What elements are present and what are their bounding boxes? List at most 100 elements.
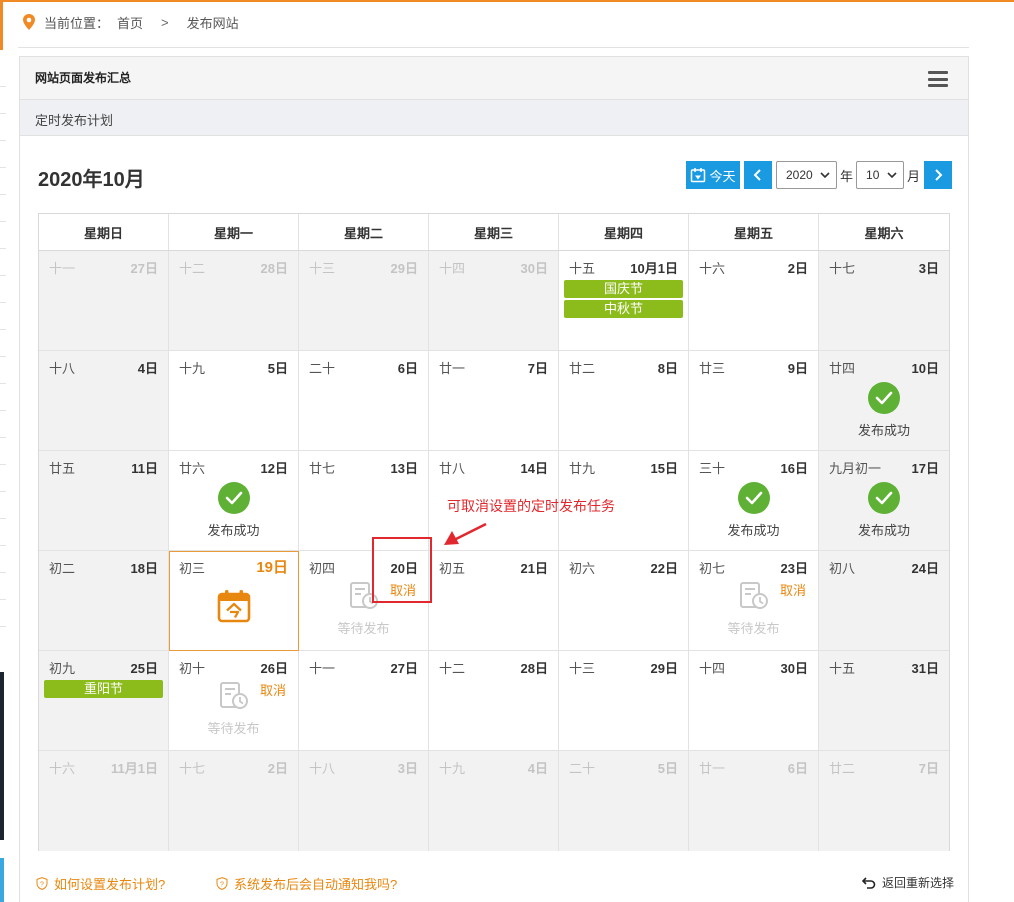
calendar-day-cell[interactable]: 初五 21日: [429, 551, 559, 651]
sidebar-edge-blue: [0, 858, 4, 902]
calendar-icon: [691, 168, 706, 183]
calendar-day-cell[interactable]: 初九 25日 重阳节: [39, 651, 169, 751]
calendar-day-cell[interactable]: 十五 31日: [819, 651, 949, 751]
next-month-button[interactable]: [924, 161, 953, 189]
back-reselect-link[interactable]: 返回重新选择: [861, 874, 954, 891]
solar-date: 10日: [911, 361, 939, 376]
lunar-date: 初七: [699, 561, 726, 576]
calendar-day-cell[interactable]: 十八 4日: [39, 351, 169, 451]
calendar-day-cell[interactable]: 初七 23日 等待发布 取消: [689, 551, 819, 651]
calendar-day-cell[interactable]: 十一 27日: [299, 651, 429, 751]
lunar-date: 十五: [829, 661, 856, 676]
help-link-schedule[interactable]: ? 如何设置发布计划?: [36, 874, 165, 893]
lunar-date: 十三: [569, 661, 596, 676]
calendar-day-cell[interactable]: 十六 2日: [689, 251, 819, 351]
calendar-day-cell[interactable]: 十二 28日: [169, 251, 299, 351]
calendar-day-cell[interactable]: 二十 6日: [299, 351, 429, 451]
lunar-date: 初三: [179, 561, 206, 576]
calendar-day-cell[interactable]: 九月初一 17日 发布成功: [819, 451, 949, 551]
calendar-day-cell[interactable]: 十六 11月1日: [39, 751, 169, 851]
calendar-day-cell[interactable]: 十七 2日: [169, 751, 299, 851]
calendar-day-cell[interactable]: 廿二 8日: [559, 351, 689, 451]
breadcrumb-home-link[interactable]: 首页: [117, 13, 143, 32]
panel-title: 网站页面发布汇总: [35, 71, 132, 85]
solar-date: 25日: [130, 661, 158, 676]
calendar-day-cell[interactable]: 十七 3日: [819, 251, 949, 351]
calendar-day-cell[interactable]: 初十 26日 等待发布 取消: [169, 651, 299, 751]
cancel-schedule-button[interactable]: 取消: [390, 580, 416, 599]
solar-date: 2日: [267, 761, 288, 776]
divider: [18, 47, 969, 48]
lunar-date: 十一: [309, 661, 336, 676]
schedule-section-title: 定时发布计划: [35, 113, 114, 128]
calendar-day-cell[interactable]: 初六 22日: [559, 551, 689, 651]
calendar-day-cell[interactable]: 十三 29日: [559, 651, 689, 751]
calendar-day-cell[interactable]: 二十 5日: [559, 751, 689, 851]
calendar-day-cell[interactable]: 十一 27日: [39, 251, 169, 351]
solar-date: 31日: [911, 661, 939, 676]
weekday-header-cell: 星期五: [689, 214, 819, 250]
calendar-day-cell[interactable]: 初四 20日 等待发布 取消: [299, 551, 429, 651]
help-link-notify[interactable]: ? 系统发布后会自动通知我吗?: [216, 874, 397, 893]
calendar-day-cell[interactable]: 廿六 12日 发布成功: [169, 451, 299, 551]
check-circle-icon: [737, 482, 770, 514]
lunar-date: 十七: [179, 761, 206, 776]
calendar-day-cell[interactable]: 十五 10月1日 国庆节 中秋节: [559, 251, 689, 351]
svg-text:?: ?: [220, 881, 224, 888]
calendar-day-cell[interactable]: 十九 4日: [429, 751, 559, 851]
cancel-schedule-button[interactable]: 取消: [260, 680, 286, 699]
solar-date: 28日: [520, 661, 548, 676]
calendar-day-cell[interactable]: 初三 19日: [169, 551, 299, 651]
shield-question-icon: ?: [36, 877, 48, 890]
hamburger-menu-icon[interactable]: [928, 71, 948, 87]
solar-date: 16日: [780, 461, 808, 476]
sidebar-edge-dark: [0, 672, 4, 840]
calendar-day-cell[interactable]: 十四 30日: [429, 251, 559, 351]
month-select[interactable]: 10: [856, 161, 905, 189]
calendar-day-cell[interactable]: 廿三 9日: [689, 351, 819, 451]
back-reselect-label: 返回重新选择: [881, 876, 954, 890]
solar-date: 29日: [650, 661, 678, 676]
month-title: 2020年10月: [38, 169, 145, 191]
lunar-date: 初四: [309, 561, 336, 576]
solar-date: 9日: [787, 361, 808, 376]
chevron-left-icon: [753, 169, 761, 181]
today-button[interactable]: 今天: [686, 161, 740, 189]
solar-date: 4日: [137, 361, 158, 376]
lunar-date: 十八: [49, 361, 76, 376]
year-select[interactable]: 2020: [776, 161, 837, 189]
calendar-day-cell[interactable]: 十二 28日: [429, 651, 559, 751]
location-pin-icon: [23, 14, 35, 30]
calendar-day-cell[interactable]: 廿二 7日: [819, 751, 949, 851]
calendar-day-cell[interactable]: 十四 30日: [689, 651, 819, 751]
cancel-schedule-button[interactable]: 取消: [780, 580, 806, 599]
solar-date: 15日: [650, 461, 678, 476]
breadcrumb-prefix: 当前位置：: [44, 15, 110, 31]
publish-waiting-label: 等待发布: [727, 621, 780, 636]
solar-date: 28日: [260, 261, 288, 276]
year-unit: 年: [840, 168, 854, 184]
calendar-day-cell[interactable]: 廿一 6日: [689, 751, 819, 851]
lunar-date: 三十: [699, 461, 726, 476]
calendar-day-cell[interactable]: 初八 24日: [819, 551, 949, 651]
sidebar-edge: [0, 60, 6, 640]
calendar-day-cell[interactable]: 十八 3日: [299, 751, 429, 851]
calendar-day-cell[interactable]: 十三 29日: [299, 251, 429, 351]
lunar-date: 廿二: [569, 361, 596, 376]
lunar-date: 廿九: [569, 461, 596, 476]
calendar-day-cell[interactable]: 廿一 7日: [429, 351, 559, 451]
calendar-body: 十一 27日 十二 28日 十三 29日 十四 30日 十五 10月1日 国庆节 中秋节 十六 2日 十七 3…: [39, 251, 949, 851]
calendar-day-cell[interactable]: 三十 16日 发布成功: [689, 451, 819, 551]
publish-success-label: 发布成功: [857, 423, 910, 438]
calendar-day-cell[interactable]: 十九 5日: [169, 351, 299, 451]
calendar-day-cell[interactable]: 廿七 13日: [299, 451, 429, 551]
year-select-value: 2020: [786, 168, 813, 182]
annotation-text: 可取消设置的定时发布任务: [447, 498, 615, 514]
today-calendar-icon: [217, 589, 251, 626]
calendar-day-cell[interactable]: 初二 18日: [39, 551, 169, 651]
lunar-date: 十二: [179, 261, 206, 276]
today-button-label: 今天: [709, 168, 736, 184]
prev-month-button[interactable]: [744, 161, 772, 189]
calendar-day-cell[interactable]: 廿四 10日 发布成功: [819, 351, 949, 451]
calendar-day-cell[interactable]: 廿五 11日: [39, 451, 169, 551]
